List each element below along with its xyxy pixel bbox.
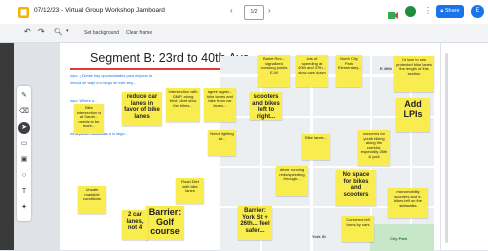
prev-frame-icon[interactable]: ‹ [230, 6, 233, 15]
more-options-icon[interactable]: ⋮ [424, 6, 432, 15]
park-label: City Park [390, 236, 408, 241]
share-button[interactable]: 🔒︎ Share [436, 5, 464, 18]
meet-icon[interactable] [388, 7, 398, 19]
image-icon[interactable]: ▣ [18, 154, 30, 166]
sticky-note[interactable]: Bike intersection is at Sarah... needs t… [74, 104, 104, 134]
spanish-line-3: mpo: Where a... [70, 99, 98, 103]
sticky-text: Bike intersection is at Sarah... needs t… [76, 105, 102, 129]
next-frame-icon[interactable]: › [268, 6, 271, 15]
sticky-text: Concerns left turns by cars [346, 217, 370, 227]
sticky-note[interactable]: scooters and bikes left to right... way [250, 92, 282, 120]
sticky-note[interactable]: lots of speeding at 40th and 37th... slo… [296, 55, 328, 87]
set-background-button[interactable]: Set background [84, 30, 119, 36]
clear-frame-button[interactable]: Clear frame [126, 30, 152, 36]
laser-icon[interactable]: ✦ [18, 202, 30, 214]
sticky-text: Intersection with GMP, along blvd. dont … [168, 89, 198, 108]
sticky-text: driver running reds/speeding through... [279, 167, 305, 182]
sticky-text: Bartel Rec... signalized crossing points… [260, 56, 288, 75]
sticky-note[interactable]: driver running reds/speeding through... [276, 166, 308, 196]
select-icon[interactable]: ➤ [18, 122, 30, 134]
sticky-text: North City Park Elementary... [338, 56, 362, 71]
sticky-text: 2 car lanes, not 4 [126, 212, 144, 231]
share-label: Share [444, 8, 460, 14]
sticky-note[interactable]: Barrier: Golf course [146, 206, 184, 240]
sticky-text: Road Diet with bike lanes [181, 179, 199, 194]
sticky-note[interactable]: Bartel Rec... signalized crossing points… [258, 55, 290, 87]
sticky-text: I'd love to see protected bike lanes the… [396, 57, 432, 76]
street-label: E 40th [380, 66, 393, 71]
spanish-line-2: riencia de viaje a lo largo de este seg.… [70, 81, 136, 85]
sticky-text: Bike lanes... [305, 135, 327, 140]
sticky-text: Barrier: York St + 26th... feel safer... [240, 208, 270, 234]
sticky-note[interactable]: Unsafe roadside conditions [78, 186, 106, 214]
sticky-note[interactable]: agree again... bike lanes and take from … [204, 88, 236, 122]
sticky-note[interactable]: North City Park Elementary... [336, 55, 362, 87]
undo-icon[interactable]: ↶ [24, 27, 31, 36]
right-panel [441, 43, 488, 250]
zoom-icon[interactable]: 🔍︎ [54, 28, 63, 36]
tool-palette: ✎ ⌫ ➤ ▭ ▣ ○ T ✦ [17, 86, 31, 221]
sticky-note[interactable]: No space for bikes and scooters [336, 170, 376, 206]
user-avatar[interactable]: E [471, 5, 484, 18]
sticky-note-icon[interactable]: ▭ [18, 138, 30, 150]
zoom-dropdown-icon[interactable]: ▾ [66, 28, 69, 34]
map-road [220, 166, 434, 168]
street-label: York St [312, 234, 326, 239]
shape-icon[interactable]: ○ [18, 170, 30, 182]
jamboard-logo-icon [18, 5, 29, 18]
pen-icon[interactable]: ✎ [18, 90, 30, 102]
redo-icon[interactable]: ↷ [38, 27, 45, 36]
text-box-icon[interactable]: T [18, 186, 30, 198]
spanish-line-1: mpo: ¿Dónde hay oportunidades para mejor… [70, 74, 152, 78]
lock-icon: 🔒︎ [440, 8, 444, 14]
sticky-text: Add LPIs [403, 99, 423, 119]
sticky-text: No space for bikes and scooters [342, 172, 370, 198]
sticky-note[interactable]: reduce car lanes in favor of bike lanes [122, 92, 162, 126]
sticky-text: concerns for youth biking along the corr… [360, 131, 388, 159]
sticky-text: Barrier: Golf course [148, 207, 182, 236]
sticky-note[interactable]: 2 car lanes, not 4 [122, 210, 148, 240]
sticky-note[interactable]: micromobility scooters and e-bikes left … [388, 188, 428, 218]
sticky-note[interactable]: Add LPIs [396, 98, 430, 132]
scroll-track[interactable] [445, 53, 448, 243]
sticky-note[interactable]: Barrier: York St + 26th... feel safer... [238, 206, 272, 240]
sticky-text: lots of speeding at 40th and 37th... slo… [298, 56, 326, 75]
sticky-note[interactable]: Concerns left turns by cars [342, 216, 374, 242]
sticky-note[interactable]: Road Diet with bike lanes [176, 178, 204, 204]
sticky-text: Unsafe roadside conditions [82, 187, 101, 202]
sticky-note[interactable]: Intersection with GMP, along blvd. dont … [166, 88, 200, 122]
sticky-note[interactable]: I'd love to see protected bike lanes the… [394, 56, 434, 92]
eraser-icon[interactable]: ⌫ [18, 106, 30, 118]
sticky-text: scooters and bikes left to right... way [252, 94, 280, 120]
sticky-text: Need lighting at... [210, 131, 234, 141]
sticky-text: reduce car lanes in favor of bike lanes [124, 94, 160, 120]
sticky-note[interactable]: concerns for youth biking along the corr… [358, 130, 390, 166]
sticky-note[interactable]: Need lighting at... [208, 130, 236, 156]
sticky-text: micromobility scooters and e-bikes left … [393, 189, 423, 208]
board-toolbar: ↶ ↷ 🔍︎ ▾ Set background Clear frame [0, 24, 488, 43]
app-header: 07/12/23 - Virtual Group Workshop Jamboa… [0, 0, 488, 25]
sticky-note[interactable]: Bike lanes... [302, 134, 330, 160]
frame-indicator[interactable]: 1/2 [244, 5, 264, 20]
activity-icon[interactable] [405, 6, 416, 17]
sticky-text: agree again... bike lanes and take from … [207, 89, 233, 108]
document-title[interactable]: 07/12/23 - Virtual Group Workshop Jamboa… [34, 7, 165, 14]
